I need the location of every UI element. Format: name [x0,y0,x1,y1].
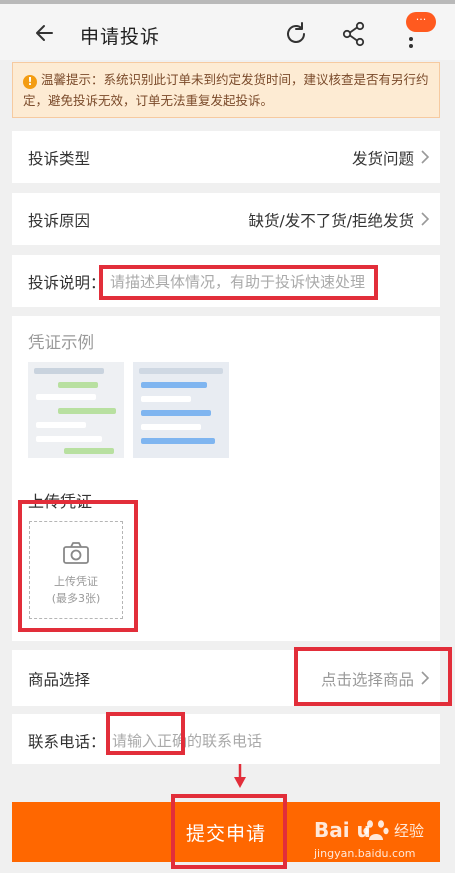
chevron-right-icon [421,671,430,685]
notification-badge[interactable]: ··· [406,12,436,32]
upload-limit: (最多3张) [51,592,101,605]
complaint-description-row: 投诉说明： 请描述具体情况，有助于投诉快速处理 [12,255,440,307]
share-icon[interactable] [340,20,368,48]
notice-prefix: 温馨提示： [41,72,104,87]
camera-icon [63,542,89,564]
product-select-value: 点击选择商品 [320,671,414,689]
complaint-type-row[interactable]: 投诉类型 发货问题 [12,131,440,183]
phone-input[interactable]: 请输入正确的联系电话 [112,730,262,751]
warning-notice: ! 温馨提示：系统识别此订单未到约定发货时间，建议核查是否有另行约定，避免投诉无效… [12,62,440,118]
chevron-right-icon [421,150,430,164]
upload-label: 上传凭证 [54,575,98,588]
phone-label: 联系电话： [28,733,106,751]
product-label: 商品选择 [28,671,91,689]
down-arrow-icon [234,764,246,788]
watermark-jingyan: 经验 [394,822,425,840]
refresh-icon[interactable] [282,20,310,48]
complaint-reason-row[interactable]: 投诉原因 缺货/发不了货/拒绝发货 [12,193,440,245]
app-header: 申请投诉 ··· [0,4,455,60]
description-input[interactable]: 请描述具体情况，有助于投诉快速处理 [110,271,365,292]
page-title: 申请投诉 [80,26,161,48]
evidence-section: 凭证示例 上传凭证 上传凭证 (最多3张) [12,316,440,641]
chevron-right-icon [421,212,430,226]
product-select-row[interactable]: 商品选择 点击选择商品 [12,650,440,706]
watermark-site: jingyan.baidu.com [314,847,416,860]
complaint-type-label: 投诉类型 [28,150,91,168]
upload-evidence-button[interactable]: 上传凭证 (最多3张) [29,521,123,619]
baidu-watermark: Bai u 经验 jingyan.baidu.com [314,812,442,868]
complaint-reason-value: 缺货/发不了货/拒绝发货 [248,212,414,230]
upload-title: 上传凭证 [28,492,93,511]
example-screenshot-2[interactable] [133,362,229,458]
example-screenshot-1[interactable] [28,362,124,458]
example-title: 凭证示例 [28,333,94,352]
back-arrow-icon[interactable] [30,18,60,48]
complaint-reason-label: 投诉原因 [28,212,91,230]
phone-row: 联系电话： 请输入正确的联系电话 [12,714,440,764]
warning-icon: ! [23,75,37,89]
baidu-paw-icon [363,820,389,840]
description-label: 投诉说明： [28,274,106,292]
complaint-type-value: 发货问题 [351,150,414,168]
